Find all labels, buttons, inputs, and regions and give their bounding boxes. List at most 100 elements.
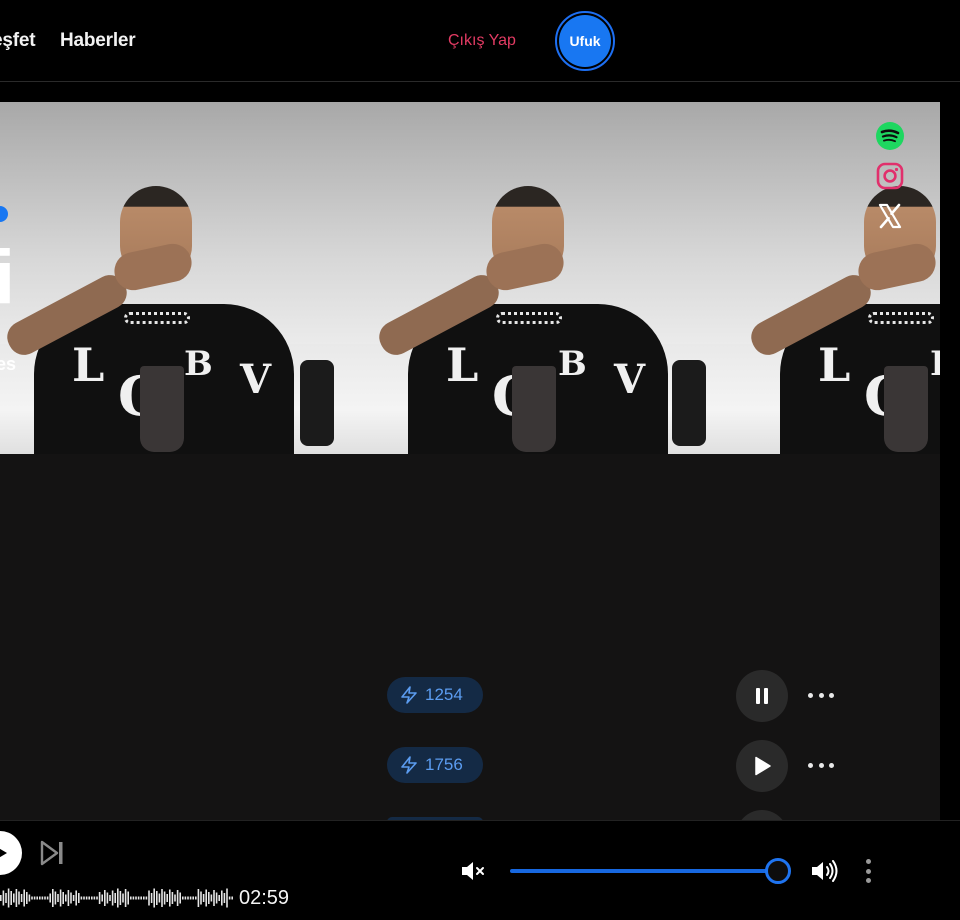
waveform-bar: [67, 890, 70, 906]
waveform-bar: [130, 896, 132, 900]
volume-slider-thumb[interactable]: [765, 858, 791, 884]
play-icon: [755, 756, 771, 776]
waveform-bar: [15, 889, 18, 907]
top-navbar: eşfet Haberler Çıkış Yap Ufuk: [0, 0, 960, 82]
waveform-bar: [59, 889, 62, 907]
waveform-bar: [75, 890, 77, 906]
waveform-bar: [2, 890, 5, 906]
logout-link[interactable]: Çıkış Yap: [448, 32, 516, 50]
instagram-icon[interactable]: [873, 159, 907, 193]
waveform-bar: [20, 894, 23, 902]
waveform-bar: [96, 896, 98, 900]
waveform-bar: [70, 892, 72, 904]
waveform-bar: [148, 890, 150, 906]
waveform-bar: [119, 891, 122, 905]
nav-link-kesfet[interactable]: eşfet: [0, 30, 36, 52]
waveform-bar: [104, 890, 106, 906]
artist-photo: L O B V: [0, 102, 338, 454]
waveform-bar: [111, 890, 114, 906]
waveform-bar: [187, 896, 189, 900]
player-more-icon[interactable]: [864, 859, 872, 883]
waveform-bar: [46, 896, 49, 900]
waveform-bar: [213, 890, 215, 906]
play-icon: [0, 848, 7, 858]
more-options-icon[interactable]: [808, 690, 834, 700]
pause-icon: [756, 688, 768, 704]
waveform-bar: [127, 891, 129, 905]
waveform-bar: [195, 896, 197, 900]
waveform-bar: [72, 895, 75, 901]
waveform-bar: [54, 891, 57, 905]
waveform-bar: [49, 893, 51, 903]
bolt-icon: [401, 756, 417, 774]
waveform-bar: [39, 896, 41, 900]
waveform-bar: [140, 896, 142, 900]
waveform-bar: [169, 889, 171, 907]
waveform-bar: [91, 896, 93, 900]
waveform-bar: [114, 893, 116, 903]
waveform-bar: [7, 888, 10, 908]
waveform-bar: [231, 896, 233, 900]
nav-link-haberler[interactable]: Haberler: [60, 30, 136, 52]
more-options-icon[interactable]: [808, 760, 834, 770]
waveform-bar: [88, 896, 90, 900]
waveform-bar: [18, 891, 20, 905]
artist-hero-banner: L O B V L O B V: [0, 102, 940, 454]
play-count-badge: 1756: [387, 747, 483, 783]
bolt-icon: [401, 686, 417, 704]
waveform-bar: [36, 896, 38, 900]
waveform-bar: [101, 894, 103, 902]
spotify-icon[interactable]: [873, 119, 907, 153]
play-button[interactable]: [736, 810, 788, 820]
track-duration: 02:59: [239, 887, 290, 909]
waveform-bar: [57, 894, 59, 902]
waveform-bar: [106, 892, 109, 904]
play-count: 1756: [425, 755, 463, 774]
waveform-bar: [176, 890, 179, 906]
waveform-bar: [166, 894, 168, 902]
waveform-bar: [202, 894, 205, 902]
user-avatar[interactable]: Ufuk: [555, 11, 615, 71]
waveform-bar: [23, 889, 25, 907]
audio-waveform[interactable]: [0, 887, 234, 909]
waveform-bar: [150, 893, 153, 903]
mute-icon[interactable]: [460, 859, 488, 883]
volume-slider-track[interactable]: [510, 869, 778, 873]
pause-button[interactable]: [736, 670, 788, 722]
waveform-bar: [156, 891, 158, 905]
waveform-bar: [145, 896, 148, 900]
waveform-bar: [135, 896, 137, 900]
waveform-bar: [85, 896, 88, 900]
volume-high-icon[interactable]: [810, 859, 840, 883]
waveform-bar: [221, 890, 223, 906]
waveform-bar: [44, 896, 46, 900]
waveform-bar: [197, 889, 200, 907]
waveform-bar: [215, 892, 218, 904]
play-button[interactable]: [736, 740, 788, 792]
waveform-bar: [200, 891, 202, 905]
waveform-bar: [210, 894, 213, 902]
player-play-button[interactable]: [0, 831, 22, 875]
waveform-bar: [28, 894, 31, 902]
waveform-bar: [132, 896, 135, 900]
waveform-bar: [174, 894, 176, 902]
x-icon[interactable]: [873, 199, 907, 233]
waveform-bar: [163, 891, 166, 905]
waveform-bar: [122, 893, 124, 903]
artist-main-panel: L O B V L O B V: [0, 102, 940, 820]
waveform-bar: [137, 896, 140, 900]
waveform-bar: [226, 888, 228, 908]
avatar-label: Ufuk: [559, 15, 611, 67]
waveform-bar: [26, 892, 28, 904]
waveform-bar: [83, 896, 85, 900]
waveform-bar: [161, 889, 163, 907]
waveform-bar: [109, 895, 111, 901]
waveform-bar: [192, 896, 194, 900]
waveform-bar: [171, 892, 174, 904]
waveform-bar: [223, 893, 226, 903]
waveform-bar: [78, 893, 80, 903]
next-track-button[interactable]: [38, 839, 66, 867]
artist-photo: L O B V: [338, 102, 710, 454]
play-count-badge: 1254: [387, 677, 483, 713]
bottom-player: 02:59: [0, 820, 960, 920]
